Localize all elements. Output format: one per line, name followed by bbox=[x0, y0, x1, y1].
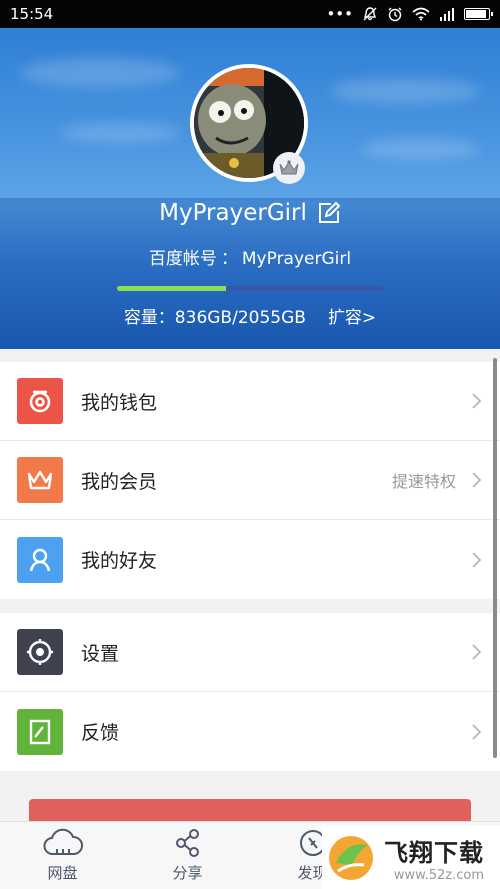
account-value: MyPrayerGirl bbox=[241, 249, 352, 269]
battery-icon bbox=[464, 8, 493, 20]
profile-header: MyPrayerGirl 百度帐号： MyPrayerGirl 容量：836GB/… bbox=[0, 28, 500, 349]
watermark-text: 飞翔下载 www.52z.com bbox=[384, 833, 484, 883]
watermark-url: www.52z.com bbox=[393, 867, 484, 883]
menu-label: 我的会员 bbox=[81, 470, 158, 493]
username-row: MyPrayerGirl bbox=[0, 200, 500, 226]
sky-cloud bbox=[360, 138, 480, 160]
account-line: 百度帐号： MyPrayerGirl bbox=[0, 244, 500, 269]
watermark-logo-icon bbox=[329, 835, 373, 880]
account-separator: ： bbox=[220, 249, 238, 269]
sky-cloud bbox=[20, 58, 180, 88]
friends-icon bbox=[17, 536, 63, 583]
sky-cloud bbox=[60, 123, 180, 143]
share-icon bbox=[175, 829, 199, 857]
dots-icon: ••• bbox=[326, 5, 353, 23]
watermark: 飞翔下载 www.52z.com bbox=[322, 826, 500, 889]
expand-capacity-link[interactable]: 扩容> bbox=[328, 303, 376, 328]
crown-icon bbox=[279, 160, 299, 175]
quota-progress-bar bbox=[117, 286, 383, 291]
quota-label: 容量：836GB/2055GB bbox=[123, 308, 306, 328]
alarm-icon bbox=[388, 7, 402, 22]
watermark-title: 飞翔下载 bbox=[384, 838, 484, 867]
menu-item-feedback[interactable]: 反馈 bbox=[0, 692, 500, 771]
tab-label: 分享 bbox=[172, 864, 203, 882]
tab-netdisk[interactable]: 网盘 bbox=[0, 822, 125, 889]
account-label: 百度帐号 bbox=[148, 249, 217, 269]
chevron-right-icon bbox=[472, 472, 482, 488]
tab-share[interactable]: 分享 bbox=[125, 822, 250, 889]
menu-label: 反馈 bbox=[81, 722, 120, 744]
menu-item-membership[interactable]: 我的会员 提速特权 bbox=[0, 441, 500, 520]
wifi-icon bbox=[412, 7, 430, 21]
tab-label: 网盘 bbox=[47, 864, 78, 882]
menu-item-friends[interactable]: 我的好友 bbox=[0, 520, 500, 599]
status-icons: ••• bbox=[326, 5, 493, 23]
gear-icon bbox=[17, 629, 63, 675]
sky-cloud bbox=[330, 78, 480, 104]
crown-icon bbox=[17, 457, 63, 503]
chevron-right-icon bbox=[472, 723, 482, 740]
menu-item-wallet[interactable]: 我的钱包 bbox=[0, 362, 500, 441]
menu-group-account: 我的钱包 我的会员 提速特权 我的好友 bbox=[0, 362, 500, 599]
menu-label: 设置 bbox=[81, 642, 120, 665]
chevron-right-icon bbox=[472, 393, 482, 409]
quota-line: 容量：836GB/2055GB 扩容> bbox=[0, 303, 500, 328]
status-bar: 15:54 ••• bbox=[0, 0, 500, 28]
wallet-icon bbox=[17, 378, 63, 424]
signal-icon bbox=[440, 8, 454, 21]
chevron-right-icon bbox=[472, 644, 482, 660]
menu-label: 我的钱包 bbox=[81, 391, 158, 414]
username: MyPrayerGirl bbox=[159, 200, 307, 226]
feedback-icon bbox=[17, 708, 63, 755]
edit-icon[interactable] bbox=[317, 201, 341, 225]
status-time: 15:54 bbox=[10, 5, 54, 23]
scrollbar[interactable] bbox=[493, 358, 497, 758]
vip-crown-badge bbox=[273, 152, 305, 184]
cloud-icon bbox=[43, 828, 83, 855]
mute-icon bbox=[363, 7, 377, 21]
quota-progress-fill bbox=[117, 286, 227, 291]
chevron-right-icon bbox=[472, 551, 482, 568]
menu-extra: 提速特权 bbox=[391, 472, 456, 491]
menu-item-settings[interactable]: 设置 bbox=[0, 613, 500, 692]
menu-label: 我的好友 bbox=[81, 550, 158, 572]
menu-group-system: 设置 反馈 bbox=[0, 613, 500, 771]
